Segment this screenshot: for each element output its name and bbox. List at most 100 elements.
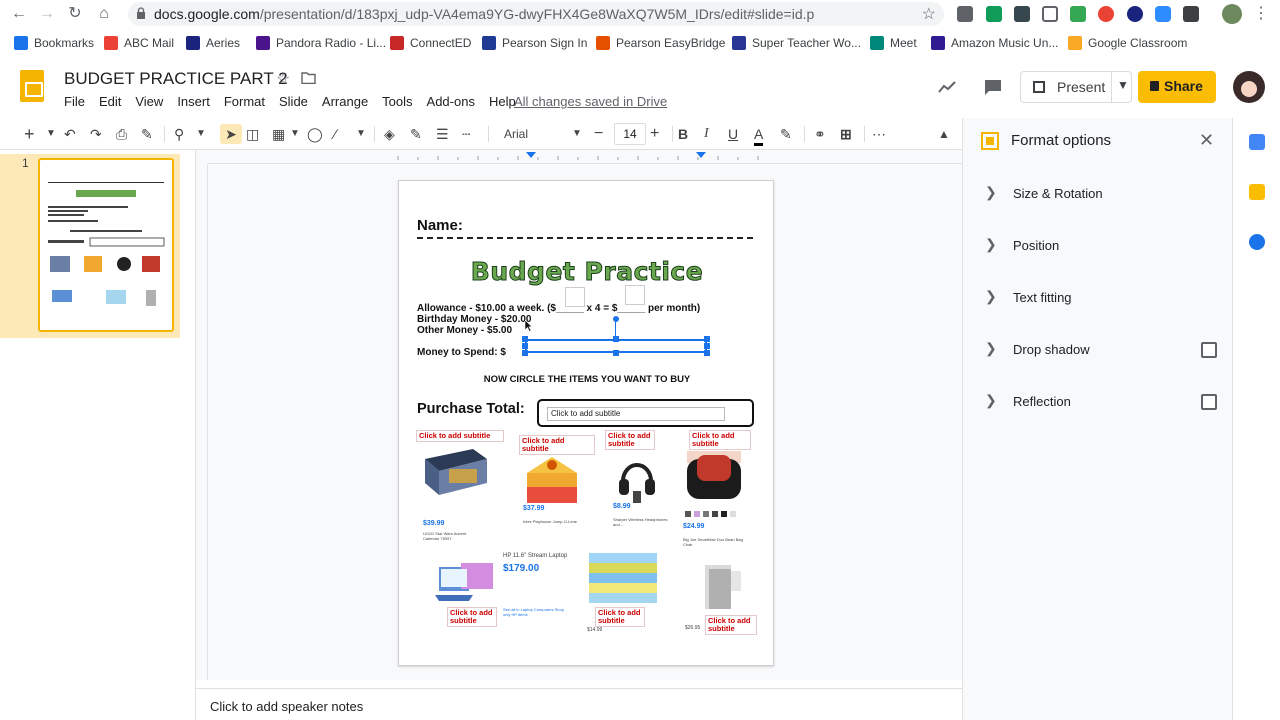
menu-view[interactable]: View xyxy=(135,94,163,109)
menu-format[interactable]: Format xyxy=(224,94,265,109)
lego-advent-calendar-image[interactable] xyxy=(423,445,489,497)
print-icon[interactable]: ⎙ xyxy=(116,124,127,144)
chevron-right-icon[interactable]: ❯ xyxy=(985,392,997,409)
back-arrow-icon[interactable]: ← xyxy=(8,4,30,24)
slide-thumbnail[interactable] xyxy=(38,158,174,332)
text-box-icon[interactable]: ◫ xyxy=(246,124,259,144)
extension-zoom-icon[interactable] xyxy=(1155,6,1171,22)
bookmark-item[interactable]: Google Classroom xyxy=(1068,36,1187,50)
format-section-checkbox[interactable] xyxy=(1201,342,1217,358)
move-folder-icon[interactable] xyxy=(301,72,316,84)
slide-name-label[interactable]: Name: xyxy=(417,217,463,234)
format-section-text-fitting[interactable]: ❯ Text fitting xyxy=(985,286,1221,310)
resize-handle[interactable] xyxy=(613,336,619,342)
slide-money-to-spend[interactable]: Money to Spend: $ xyxy=(417,347,506,358)
extension-cast-icon[interactable] xyxy=(1183,6,1199,22)
extension-red-icon[interactable] xyxy=(1098,6,1114,22)
reload-icon[interactable]: ↻ xyxy=(64,4,86,24)
menu-arrange[interactable]: Arrange xyxy=(322,94,368,109)
present-button[interactable]: Present ▼ xyxy=(1020,71,1132,103)
highlight-icon[interactable]: ✎ xyxy=(780,124,792,144)
bookmark-item[interactable]: Aeries xyxy=(186,36,240,50)
select-cursor-icon[interactable]: ➤ xyxy=(220,124,242,144)
resize-handle[interactable] xyxy=(522,343,528,349)
keep-icon[interactable] xyxy=(1249,184,1265,200)
more-options-icon[interactable]: ⋯ xyxy=(872,124,886,144)
chevron-down-icon[interactable]: ▼ xyxy=(572,124,582,144)
product-caption[interactable]: Click to add subtitle xyxy=(605,430,655,450)
resize-handle[interactable] xyxy=(522,336,528,342)
tiny-subtitle-box[interactable] xyxy=(625,285,645,305)
slide-birthday-text[interactable]: Birthday Money - $20.00 xyxy=(417,314,531,325)
speaker-notes[interactable]: Click to add speaker notes xyxy=(196,688,962,720)
fill-color-icon[interactable]: ◈ xyxy=(384,124,395,144)
slides-logo-icon[interactable] xyxy=(20,70,44,102)
product-caption[interactable]: Click to add subtitle xyxy=(595,607,645,627)
address-bar[interactable]: docs.google.com/presentation/d/183pxj_ud… xyxy=(128,2,944,26)
headphones-image[interactable] xyxy=(615,451,659,503)
redo-icon[interactable]: ↷ xyxy=(90,124,102,144)
bookmark-item[interactable]: Pandora Radio - Li... xyxy=(256,36,386,50)
text-color-icon[interactable]: A xyxy=(754,124,764,146)
resize-handle[interactable] xyxy=(704,336,710,342)
chevron-down-icon[interactable]: ▼ xyxy=(356,124,366,144)
resize-handle[interactable] xyxy=(522,350,528,356)
chevron-right-icon[interactable]: ❯ xyxy=(985,236,997,253)
product-caption[interactable]: Click to add subtitle xyxy=(416,430,504,442)
add-comment-icon[interactable]: ⊞ xyxy=(840,124,852,144)
border-color-icon[interactable]: ✎ xyxy=(410,124,422,144)
vertical-ruler[interactable] xyxy=(196,164,208,680)
browser-menu-icon[interactable]: ⋮ xyxy=(1250,4,1272,24)
slide-other-money-text[interactable]: Other Money - $5.00 xyxy=(417,325,512,336)
rotate-handle[interactable] xyxy=(613,316,619,322)
menu-tools[interactable]: Tools xyxy=(382,94,412,109)
extension-grid-icon[interactable] xyxy=(1042,6,1058,22)
slide-1[interactable]: Name: Budget Practice Allowance - $10.00… xyxy=(398,180,774,666)
slide-title[interactable]: Budget Practice xyxy=(399,257,775,287)
chevron-down-icon[interactable]: ▼ xyxy=(290,124,300,144)
shape-icon[interactable]: ◯ xyxy=(307,124,323,144)
star-icon[interactable]: ☆ xyxy=(276,69,290,89)
paint-format-icon[interactable]: ✎ xyxy=(141,124,153,144)
increase-font-icon[interactable]: + xyxy=(650,124,659,144)
format-section-drop-shadow[interactable]: ❯ Drop shadow xyxy=(985,338,1221,362)
undo-icon[interactable]: ↶ xyxy=(64,124,76,144)
share-button[interactable]: Share xyxy=(1138,71,1216,103)
format-section-checkbox[interactable] xyxy=(1201,394,1217,410)
bookmark-item[interactable]: ABC Mail xyxy=(104,36,174,50)
forward-arrow-icon[interactable]: → xyxy=(36,4,58,24)
italic-icon[interactable]: I xyxy=(704,124,709,144)
menu-help[interactable]: Help xyxy=(489,94,516,109)
playhouse-image[interactable] xyxy=(523,453,581,505)
color-swatches[interactable] xyxy=(685,511,736,517)
font-size-input[interactable]: 14 xyxy=(614,123,646,145)
menu-slide[interactable]: Slide xyxy=(279,94,308,109)
bookmark-item[interactable]: Super Teacher Wo... xyxy=(732,36,861,50)
speaker-notes-placeholder[interactable]: Click to add speaker notes xyxy=(210,699,363,714)
image-icon[interactable]: ▦ xyxy=(272,124,285,144)
slide-allowance-text[interactable]: Allowance - $10.00 a week. ($_____ x 4 =… xyxy=(417,303,700,314)
purchase-total-subtitle[interactable]: Click to add subtitle xyxy=(547,407,725,421)
bookmark-star-icon[interactable]: ☆ xyxy=(922,4,936,24)
document-title[interactable]: BUDGET PRACTICE PART 2 xyxy=(64,69,288,89)
charging-station-image[interactable] xyxy=(699,561,747,613)
zoom-icon[interactable]: ⚲ xyxy=(174,124,184,144)
link-icon[interactable]: ⚭ xyxy=(814,124,826,144)
calendar-icon[interactable] xyxy=(1249,134,1265,150)
resize-handle[interactable] xyxy=(704,350,710,356)
decrease-font-icon[interactable]: − xyxy=(594,124,603,144)
menu-edit[interactable]: Edit xyxy=(99,94,121,109)
slide-purchase-total-label[interactable]: Purchase Total: xyxy=(417,401,525,417)
extension-qr-icon[interactable] xyxy=(957,6,973,22)
close-icon[interactable]: ✕ xyxy=(1199,130,1214,151)
format-section-reflection[interactable]: ❯ Reflection xyxy=(985,390,1221,414)
menu-file[interactable]: File xyxy=(64,94,85,109)
chevron-right-icon[interactable]: ❯ xyxy=(985,184,997,201)
extension-k-icon[interactable] xyxy=(1127,6,1143,22)
extension-green-icon[interactable] xyxy=(986,6,1002,22)
tiny-subtitle-box[interactable] xyxy=(565,287,585,307)
line-icon[interactable]: ∕ xyxy=(334,124,336,144)
chevron-right-icon[interactable]: ❯ xyxy=(985,340,997,357)
product-caption[interactable]: Click to add subtitle xyxy=(519,435,595,455)
chevron-down-icon[interactable]: ▼ xyxy=(1117,78,1129,92)
